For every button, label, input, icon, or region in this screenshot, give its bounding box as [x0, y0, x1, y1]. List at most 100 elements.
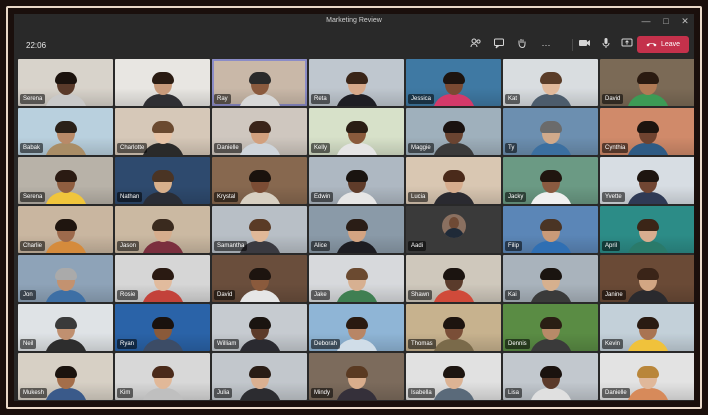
participant-tile[interactable]: David	[600, 59, 694, 106]
participant-tile[interactable]: Thomas	[406, 304, 501, 351]
participant-name: Dennis	[505, 339, 530, 349]
participant-tile[interactable]: William	[212, 304, 307, 351]
participant-tile[interactable]: Yvette	[600, 157, 694, 204]
participant-tile[interactable]: Rosie	[115, 255, 210, 302]
participant-name: Charlie	[20, 241, 46, 251]
participant-tile[interactable]: Serena	[18, 157, 113, 204]
meeting-timer: 22:06	[26, 41, 47, 50]
share-screen-icon[interactable]	[619, 37, 635, 53]
participant-name: Neil	[20, 339, 37, 349]
screenshot-frame: Marketing Review — □ ✕ 22:06 ⋯ Leave Ser…	[0, 0, 708, 415]
participant-name: Mindy	[311, 388, 334, 398]
participant-video	[237, 268, 283, 302]
participant-tile[interactable]: Kelly	[309, 108, 404, 155]
participant-tile[interactable]: Jason	[115, 206, 210, 253]
maximize-icon[interactable]: □	[658, 16, 674, 26]
participant-tile[interactable]: Edwin	[309, 157, 404, 204]
toolbar-divider	[572, 39, 573, 51]
participant-tile[interactable]: Mukesh	[18, 353, 113, 400]
participant-tile[interactable]: Charlie	[18, 206, 113, 253]
participant-name: Nathan	[117, 192, 143, 202]
participant-video	[43, 72, 89, 106]
teams-meeting-window: Marketing Review — □ ✕ 22:06 ⋯ Leave Ser…	[14, 14, 694, 401]
participant-name: Aadi	[408, 241, 427, 251]
participant-name: Lucia	[408, 192, 429, 202]
raise-hand-icon[interactable]	[514, 37, 530, 53]
participant-tile[interactable]: Babak	[18, 108, 113, 155]
participant-tile[interactable]: Nathan	[115, 157, 210, 204]
participant-tile[interactable]: Kim	[115, 353, 210, 400]
participant-tile[interactable]: Kevin	[600, 304, 694, 351]
participant-tile[interactable]: Ray	[212, 59, 307, 106]
participant-tile[interactable]: Ty	[503, 108, 598, 155]
participant-tile[interactable]: Serena	[18, 59, 113, 106]
camera-icon[interactable]	[576, 37, 592, 53]
participant-tile[interactable]: Jon	[18, 255, 113, 302]
participant-tile[interactable]: April	[600, 206, 694, 253]
participant-tile[interactable]: Lisa	[503, 353, 598, 400]
participant-tile[interactable]: Maggie	[406, 108, 501, 155]
participant-tile[interactable]: Krystal	[212, 157, 307, 204]
close-icon[interactable]: ✕	[677, 16, 693, 27]
participant-tile[interactable]: David	[212, 255, 307, 302]
participant-tile[interactable]: Jake	[309, 255, 404, 302]
participant-video	[140, 219, 186, 253]
microphone-icon[interactable]	[598, 37, 614, 53]
participant-name: Alice	[311, 241, 331, 251]
participant-video	[334, 121, 380, 155]
participant-name: Mukesh	[20, 388, 48, 398]
participant-name: Jon	[20, 290, 36, 300]
participant-video	[528, 170, 574, 204]
participant-video	[528, 72, 574, 106]
participant-tile[interactable]: Kai	[503, 255, 598, 302]
participant-tile[interactable]	[115, 59, 210, 106]
participant-name: Edwin	[311, 192, 334, 202]
participant-name: Yvette	[602, 192, 625, 202]
participant-tile[interactable]: Jessica	[406, 59, 501, 106]
participant-tile[interactable]: Isabella	[406, 353, 501, 400]
participant-tile[interactable]: Danielle	[212, 108, 307, 155]
participant-name: Thomas	[408, 339, 436, 349]
leave-button[interactable]: Leave	[637, 36, 689, 53]
participant-tile[interactable]: Alice	[309, 206, 404, 253]
participant-tile[interactable]: Cynthia	[600, 108, 694, 155]
participant-tile[interactable]: Filip	[503, 206, 598, 253]
participant-grid: Serena Ray Reta Jessica Kat David Babak Charlot…	[18, 59, 694, 401]
participant-video	[140, 170, 186, 204]
participant-video	[43, 170, 89, 204]
participant-tile[interactable]: Charlotte	[115, 108, 210, 155]
participant-tile[interactable]: Shawn	[406, 255, 501, 302]
participant-video	[140, 268, 186, 302]
participant-name: Krystal	[214, 192, 239, 202]
participant-tile[interactable]: Lucia	[406, 157, 501, 204]
participant-video	[140, 72, 186, 106]
participant-tile[interactable]: Danielle	[600, 353, 694, 400]
participant-tile[interactable]: Dennis	[503, 304, 598, 351]
participant-name: Babak	[20, 143, 44, 153]
chat-icon[interactable]	[491, 37, 507, 53]
participant-tile[interactable]: Kat	[503, 59, 598, 106]
participant-tile[interactable]: Samantha	[212, 206, 307, 253]
participant-tile[interactable]: Janine	[600, 255, 694, 302]
participant-name: Kelly	[311, 143, 331, 153]
participant-tile[interactable]: Reta	[309, 59, 404, 106]
participant-video	[625, 268, 671, 302]
participant-tile[interactable]: Mindy	[309, 353, 404, 400]
participant-tile[interactable]: Neil	[18, 304, 113, 351]
more-icon[interactable]: ⋯	[538, 37, 554, 53]
participant-tile[interactable]: Julia	[212, 353, 307, 400]
minimize-icon[interactable]: —	[638, 16, 654, 26]
participant-video	[431, 72, 477, 106]
participant-video	[43, 121, 89, 155]
participant-video	[528, 121, 574, 155]
participant-video	[334, 268, 380, 302]
participant-video	[431, 366, 477, 400]
people-icon[interactable]	[468, 37, 484, 53]
participant-tile[interactable]: Ryan	[115, 304, 210, 351]
participant-video	[625, 366, 671, 400]
participant-tile[interactable]: Aadi	[406, 206, 501, 253]
participant-tile[interactable]: Deborah	[309, 304, 404, 351]
participant-video	[140, 366, 186, 400]
participant-tile[interactable]: Jacky	[503, 157, 598, 204]
participant-name: Ryan	[117, 339, 138, 349]
